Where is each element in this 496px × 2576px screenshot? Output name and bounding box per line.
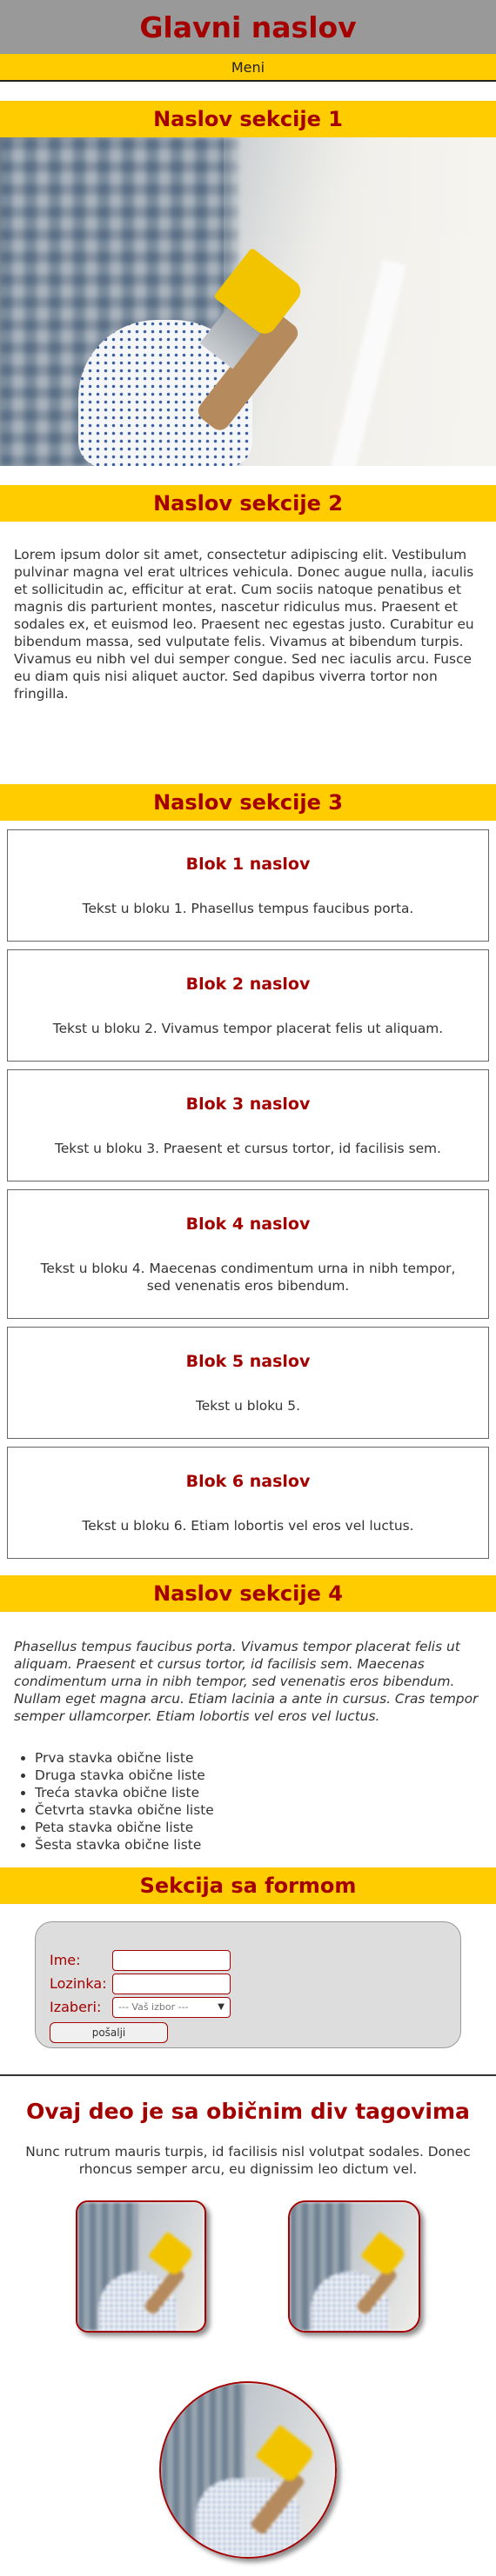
block-title: Blok 4 naslov: [185, 1214, 311, 1234]
contact-form: Ime: Lozinka: Izaberi: --- Vaš izbor ---…: [35, 1921, 461, 2048]
list-item: Šesta stavka obične liste: [35, 1836, 496, 1854]
page-title: Glavni naslov: [139, 10, 357, 44]
image-gallery: [0, 2178, 496, 2333]
block-text: Tekst u bloku 5.: [196, 1397, 300, 1414]
section-2-title: Naslov sekcije 2: [153, 491, 343, 516]
list-item: Prva stavka obične liste: [35, 1749, 496, 1767]
section-1-heading-bar: Naslov sekcije 1: [0, 101, 496, 137]
list-item: Četvrta stavka obične liste: [35, 1801, 496, 1819]
name-label: Ime:: [50, 1952, 81, 1968]
content-block: Blok 6 naslov Tekst u bloku 6. Etiam lob…: [7, 1447, 489, 1559]
div-section: Ovaj deo je sa običnim div tagovima Nunc…: [0, 2076, 496, 2178]
div-section-paragraph: Nunc rutrum mauris turpis, id facilisis …: [25, 2144, 471, 2177]
section-2: Naslov sekcije 2 Lorem ipsum dolor sit a…: [0, 485, 496, 784]
block-title: Blok 1 naslov: [185, 854, 311, 874]
password-input[interactable]: [112, 1973, 231, 1994]
title-bar: Glavni naslov: [0, 0, 496, 54]
form-section-title: Sekcija sa formom: [139, 1874, 357, 1898]
block-title: Blok 2 naslov: [185, 974, 311, 994]
list-item: Treća stavka obične liste: [35, 1784, 496, 1801]
section-4-italic-paragraph: Phasellus tempus faucibus porta. Vivamus…: [14, 1639, 479, 1724]
choice-select[interactable]: --- Vaš izbor --- ▼: [112, 1996, 231, 2018]
chevron-down-icon: ▼: [218, 2002, 225, 2012]
content-block: Blok 2 naslov Tekst u bloku 2. Vivamus t…: [7, 949, 489, 1062]
section-3: Naslov sekcije 3 Blok 1 naslov Tekst u b…: [0, 784, 496, 1559]
section-2-heading-bar: Naslov sekcije 2: [0, 485, 496, 522]
block-text: Tekst u bloku 2. Vivamus tempor placerat…: [52, 1020, 444, 1036]
block-text: Tekst u bloku 6. Etiam lobortis vel eros…: [82, 1517, 414, 1534]
page-header: Glavni naslov Meni: [0, 0, 496, 82]
content-block: Blok 5 naslov Tekst u bloku 5.: [7, 1327, 489, 1439]
menu-bar: Meni: [0, 54, 496, 82]
div-section-title: Ovaj deo je sa običnim div tagovima: [26, 2099, 470, 2124]
plain-list: Prva stavka obične liste Druga stavka ob…: [0, 1742, 496, 1867]
block-title: Blok 3 naslov: [185, 1094, 311, 1114]
form-section-heading-bar: Sekcija sa formom: [0, 1867, 496, 1904]
content-block: Blok 3 naslov Tekst u bloku 3. Praesent …: [7, 1069, 489, 1181]
block-text: Tekst u bloku 1. Phasellus tempus faucib…: [82, 900, 414, 916]
section-1-title: Naslov sekcije 1: [153, 107, 343, 131]
select-value: --- Vaš izbor ---: [118, 2001, 189, 2013]
block-text: Tekst u bloku 3. Praesent et cursus tort…: [55, 1140, 441, 1156]
password-label: Lozinka:: [50, 1975, 107, 1992]
block-title: Blok 6 naslov: [185, 1471, 311, 1491]
content-block: Blok 4 naslov Tekst u bloku 4. Maecenas …: [7, 1189, 489, 1319]
content-block: Blok 1 naslov Tekst u bloku 1. Phasellus…: [7, 829, 489, 942]
select-label: Izaberi:: [50, 1999, 102, 2015]
rounded-image-left: [76, 2200, 206, 2333]
list-item: Druga stavka obične liste: [35, 1767, 496, 1784]
rounded-image-right: [288, 2200, 420, 2333]
section-3-heading-bar: Naslov sekcije 3: [0, 784, 496, 821]
section-2-paragraph: Lorem ipsum dolor sit amet, consectetur …: [14, 547, 474, 702]
section-4-title: Naslov sekcije 4: [153, 1581, 343, 1606]
section-3-title: Naslov sekcije 3: [153, 790, 343, 815]
name-input[interactable]: [112, 1949, 231, 1971]
submit-button[interactable]: pošalji: [50, 2022, 168, 2043]
form-section: Sekcija sa formom Ime: Lozinka: Izaberi:…: [0, 1867, 496, 2074]
hero-image: [0, 137, 496, 466]
circle-image: [159, 2381, 337, 2559]
block-text: Tekst u bloku 4. Maecenas condimentum ur…: [40, 1260, 456, 1294]
block-title: Blok 5 naslov: [185, 1351, 311, 1371]
section-4: Naslov sekcije 4 Phasellus tempus faucib…: [0, 1575, 496, 1867]
menu-link[interactable]: Meni: [231, 59, 265, 76]
block-list: Blok 1 naslov Tekst u bloku 1. Phasellus…: [0, 821, 496, 1559]
section-1: Naslov sekcije 1: [0, 101, 496, 466]
list-item: Peta stavka obične liste: [35, 1819, 496, 1836]
section-4-heading-bar: Naslov sekcije 4: [0, 1575, 496, 1612]
